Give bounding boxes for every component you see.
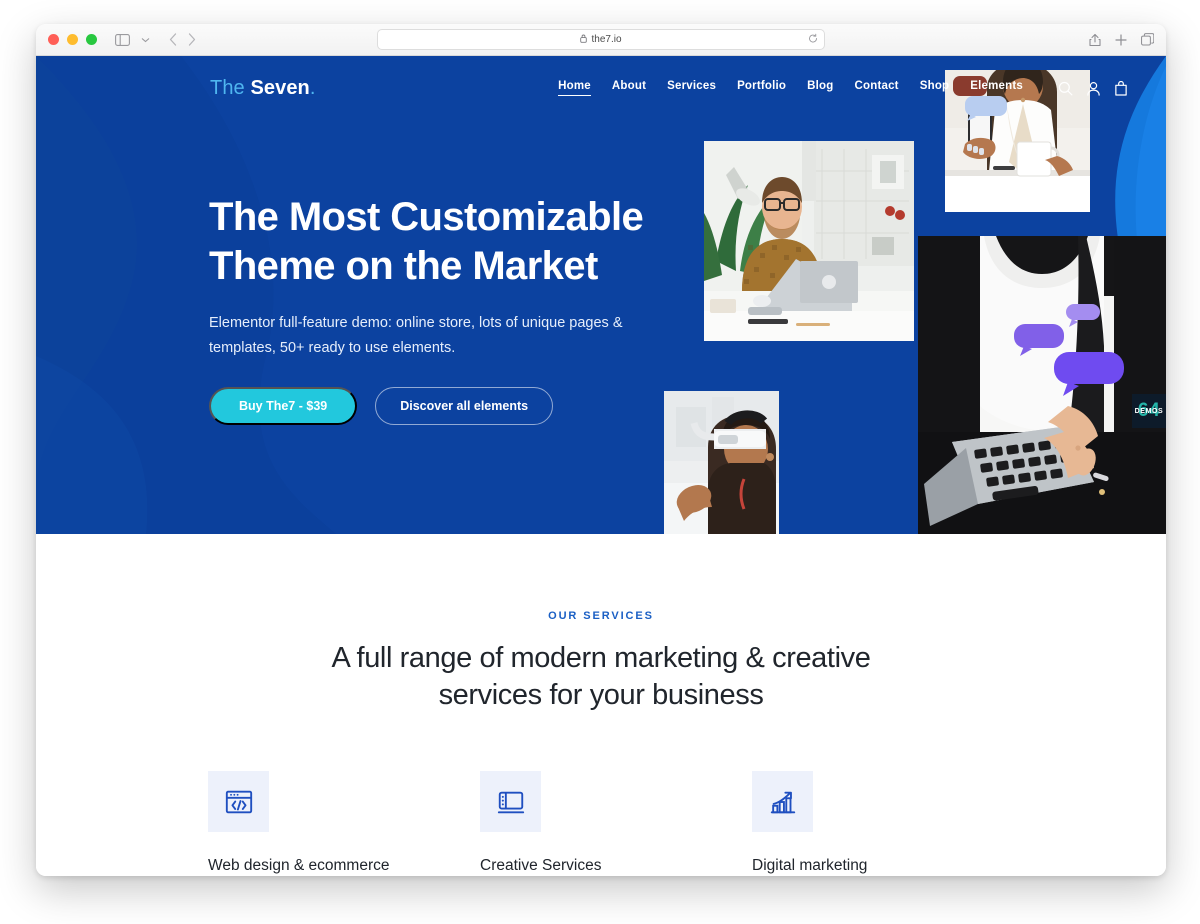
logo-the: The bbox=[210, 76, 245, 99]
growth-chart-icon bbox=[752, 771, 813, 833]
services-cards: Web design & ecommerce Creative Services… bbox=[36, 771, 1166, 875]
site-navigation: The Seven. Home About Services Portfolio… bbox=[36, 56, 1166, 120]
user-account-icon[interactable] bbox=[1086, 81, 1101, 96]
presentation-layout-icon bbox=[480, 771, 541, 833]
address-bar-text: the7.io bbox=[591, 34, 622, 45]
services-section: OUR SERVICES A full range of modern mark… bbox=[36, 534, 1166, 876]
code-window-icon bbox=[208, 771, 269, 833]
nav-item-elements[interactable]: Elements bbox=[970, 80, 1023, 96]
tab-overview-icon[interactable] bbox=[1141, 33, 1154, 46]
photo-woman-vr-headset bbox=[664, 391, 779, 534]
back-arrow-icon[interactable] bbox=[169, 33, 177, 46]
service-card-web-design[interactable]: Web design & ecommerce bbox=[208, 771, 480, 875]
buy-the7-button[interactable]: Buy The7 - $39 bbox=[209, 387, 358, 426]
page-viewport: The Seven. Home About Services Portfolio… bbox=[36, 56, 1166, 876]
service-card-title: Web design & ecommerce bbox=[208, 857, 390, 875]
site-logo[interactable]: The Seven. bbox=[210, 77, 316, 100]
hero-buttons: Buy The7 - $39 Discover all elements bbox=[209, 387, 679, 426]
logo-seven: Seven bbox=[250, 76, 310, 99]
hero-copy: The Most Customizable Theme on the Marke… bbox=[209, 193, 679, 426]
lock-icon bbox=[580, 34, 588, 46]
discover-elements-button[interactable]: Discover all elements bbox=[375, 387, 554, 426]
nav-item-portfolio[interactable]: Portfolio bbox=[737, 80, 786, 96]
photo-woman-laptop-chat-bubbles bbox=[918, 236, 1166, 534]
service-card-digital-marketing[interactable]: Digital marketing bbox=[752, 771, 1024, 875]
sidebar-toggle-icon[interactable] bbox=[115, 33, 130, 46]
nav-item-services[interactable]: Services bbox=[667, 80, 716, 96]
browser-toolbar: the7.io bbox=[36, 24, 1166, 56]
chevron-down-icon[interactable] bbox=[141, 37, 150, 43]
services-eyebrow: OUR SERVICES bbox=[548, 610, 654, 622]
services-title: A full range of modern marketing & creat… bbox=[321, 640, 881, 713]
hero-title: The Most Customizable Theme on the Marke… bbox=[209, 193, 679, 291]
nav-item-blog[interactable]: Blog bbox=[807, 80, 833, 96]
service-card-creative-services[interactable]: Creative Services bbox=[480, 771, 752, 875]
forward-arrow-icon[interactable] bbox=[188, 33, 196, 46]
service-card-title: Digital marketing bbox=[752, 857, 868, 875]
nav-item-home[interactable]: Home bbox=[558, 80, 591, 96]
nav-item-shop[interactable]: Shop bbox=[920, 80, 950, 96]
nav-item-contact[interactable]: Contact bbox=[855, 80, 899, 96]
services-title-line1: A full range of modern marketing & creat… bbox=[331, 642, 871, 674]
hero-title-line1: The Most Customizable bbox=[209, 195, 644, 239]
search-icon[interactable] bbox=[1058, 81, 1073, 96]
logo-dot: . bbox=[309, 76, 316, 99]
browser-window: the7.io The Seven. Home About Services P… bbox=[36, 24, 1166, 876]
plus-icon[interactable] bbox=[1115, 33, 1127, 46]
hero-subtitle: Elementor full-feature demo: online stor… bbox=[209, 315, 623, 357]
services-title-line2: services for your business bbox=[438, 678, 764, 711]
nav-icons bbox=[1058, 80, 1128, 96]
shopping-bag-icon[interactable] bbox=[1114, 80, 1128, 96]
close-window-button[interactable] bbox=[48, 34, 59, 45]
minimize-window-button[interactable] bbox=[67, 34, 78, 45]
hero-section: The Seven. Home About Services Portfolio… bbox=[36, 56, 1166, 534]
service-card-title: Creative Services bbox=[480, 857, 602, 875]
nav-item-about[interactable]: About bbox=[612, 80, 646, 96]
demos-tab-label: DEMOS bbox=[1134, 407, 1164, 415]
demos-tab[interactable]: 64 DEMOS bbox=[1132, 394, 1166, 428]
hero-image-collage: 64 DEMOS bbox=[660, 56, 1166, 534]
share-icon[interactable] bbox=[1089, 33, 1101, 47]
reload-icon[interactable] bbox=[808, 33, 818, 46]
toolbar-right-actions bbox=[1089, 33, 1154, 47]
photo-man-at-desk-laptop bbox=[704, 141, 914, 341]
nav-links: Home About Services Portfolio Blog Conta… bbox=[558, 80, 1128, 96]
hero-title-line2: Theme on the Market bbox=[209, 244, 598, 289]
address-bar[interactable]: the7.io bbox=[377, 29, 825, 50]
maximize-window-button[interactable] bbox=[86, 34, 97, 45]
window-controls[interactable] bbox=[48, 34, 97, 45]
